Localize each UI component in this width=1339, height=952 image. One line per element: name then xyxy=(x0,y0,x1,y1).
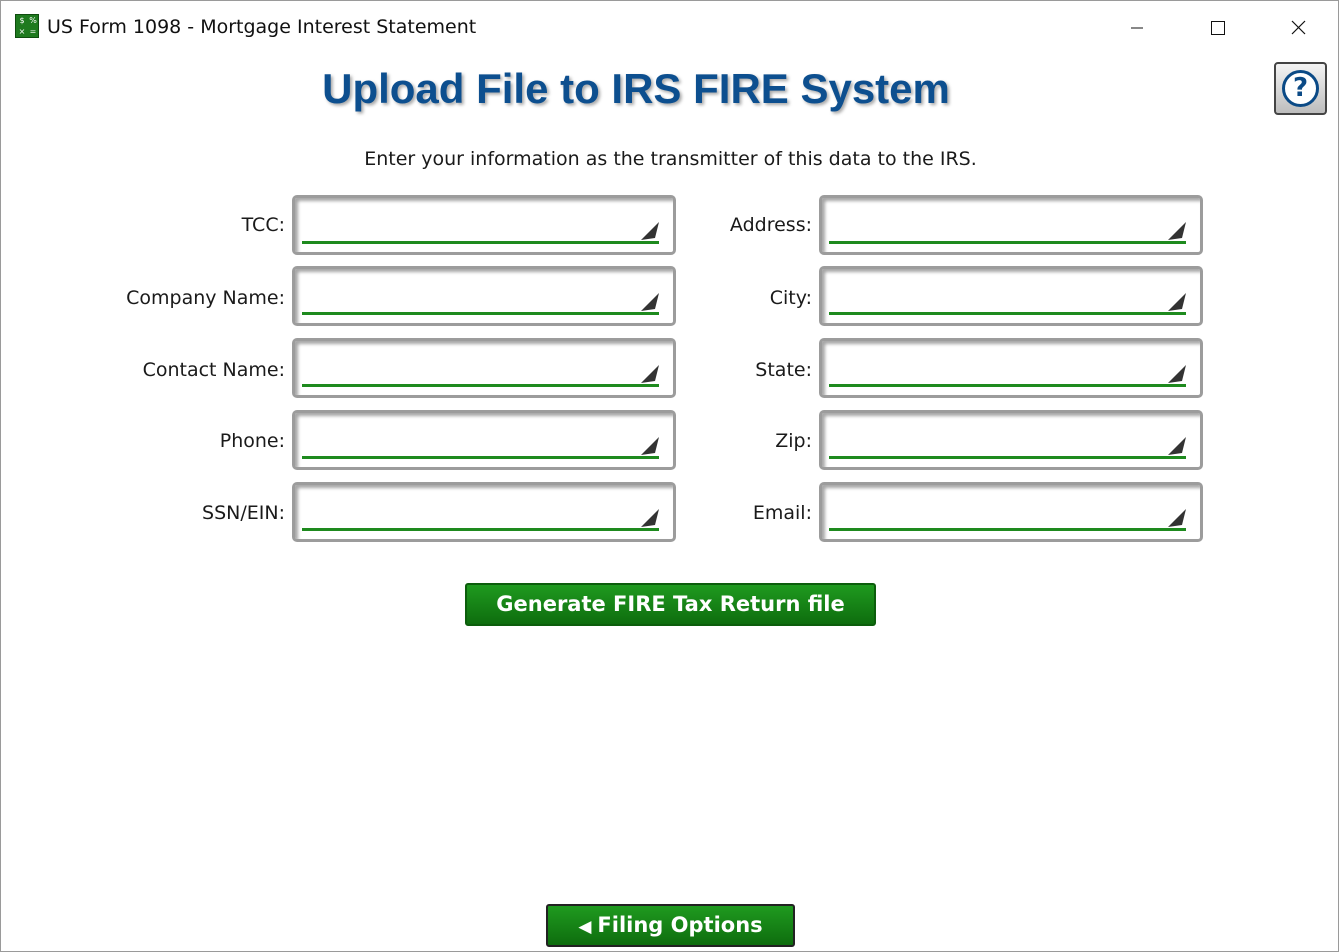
resize-grip-icon xyxy=(641,365,659,383)
city-field[interactable] xyxy=(819,266,1203,326)
generate-fire-file-button[interactable]: Generate FIRE Tax Return file xyxy=(465,583,876,626)
resize-grip-icon xyxy=(1168,365,1186,383)
resize-grip-icon xyxy=(1168,293,1186,311)
close-icon xyxy=(1291,20,1306,35)
address-input[interactable] xyxy=(828,202,1182,242)
zip-input[interactable] xyxy=(828,417,1182,457)
field-underline xyxy=(829,241,1186,244)
company-name-label: Company Name: xyxy=(126,287,285,309)
window-title: US Form 1098 - Mortgage Interest Stateme… xyxy=(47,16,477,38)
phone-input[interactable] xyxy=(301,417,655,457)
resize-grip-icon xyxy=(1168,509,1186,527)
calculator-app-icon: $% × = xyxy=(15,14,39,38)
field-underline xyxy=(829,456,1186,459)
app-window: $% × = US Form 1098 - Mortgage Interest S… xyxy=(0,0,1339,952)
field-underline xyxy=(829,384,1186,387)
close-button[interactable] xyxy=(1258,1,1338,55)
email-field[interactable] xyxy=(819,482,1203,542)
city-label: City: xyxy=(769,287,812,309)
resize-grip-icon xyxy=(641,509,659,527)
phone-label: Phone: xyxy=(219,430,285,452)
field-underline xyxy=(302,528,659,531)
zip-label: Zip: xyxy=(775,430,812,452)
contact-name-field[interactable] xyxy=(292,338,676,398)
company-name-field[interactable] xyxy=(292,266,676,326)
help-icon: ? xyxy=(1282,70,1319,107)
contact-name-label: Contact Name: xyxy=(142,359,285,381)
minimize-button[interactable] xyxy=(1097,1,1177,55)
title-bar[interactable]: $% × = US Form 1098 - Mortgage Interest S… xyxy=(1,1,1338,55)
field-underline xyxy=(302,384,659,387)
field-underline xyxy=(302,456,659,459)
maximize-icon xyxy=(1211,21,1225,35)
help-button[interactable]: ? xyxy=(1274,62,1327,115)
ssn-ein-input[interactable] xyxy=(301,489,655,529)
filing-options-button[interactable]: ◀ Filing Options xyxy=(546,904,795,947)
company-name-input[interactable] xyxy=(301,273,655,313)
contact-name-input[interactable] xyxy=(301,345,655,385)
maximize-button[interactable] xyxy=(1177,1,1257,55)
tcc-label: TCC: xyxy=(241,214,285,236)
field-underline xyxy=(829,528,1186,531)
resize-grip-icon xyxy=(641,437,659,455)
email-label: Email: xyxy=(752,502,812,524)
filing-options-label: Filing Options xyxy=(597,913,763,937)
field-underline xyxy=(829,312,1186,315)
ssn-ein-field[interactable] xyxy=(292,482,676,542)
phone-field[interactable] xyxy=(292,410,676,470)
ssn-ein-label: SSN/EIN: xyxy=(202,502,285,524)
zip-field[interactable] xyxy=(819,410,1203,470)
resize-grip-icon xyxy=(1168,437,1186,455)
state-input[interactable] xyxy=(828,345,1182,385)
back-arrow-icon: ◀ xyxy=(578,917,592,937)
resize-grip-icon xyxy=(1168,222,1186,240)
field-underline xyxy=(302,241,659,244)
resize-grip-icon xyxy=(641,293,659,311)
tcc-input[interactable] xyxy=(301,202,655,242)
city-input[interactable] xyxy=(828,273,1182,313)
email-input[interactable] xyxy=(828,489,1182,529)
address-label: Address: xyxy=(729,214,812,236)
state-field[interactable] xyxy=(819,338,1203,398)
minimize-icon xyxy=(1131,27,1143,29)
resize-grip-icon xyxy=(641,222,659,240)
page-title: Upload File to IRS FIRE System xyxy=(322,65,950,112)
page-subtitle: Enter your information as the transmitte… xyxy=(364,148,977,170)
tcc-field[interactable] xyxy=(292,195,676,255)
state-label: State: xyxy=(755,359,812,381)
address-field[interactable] xyxy=(819,195,1203,255)
field-underline xyxy=(302,312,659,315)
